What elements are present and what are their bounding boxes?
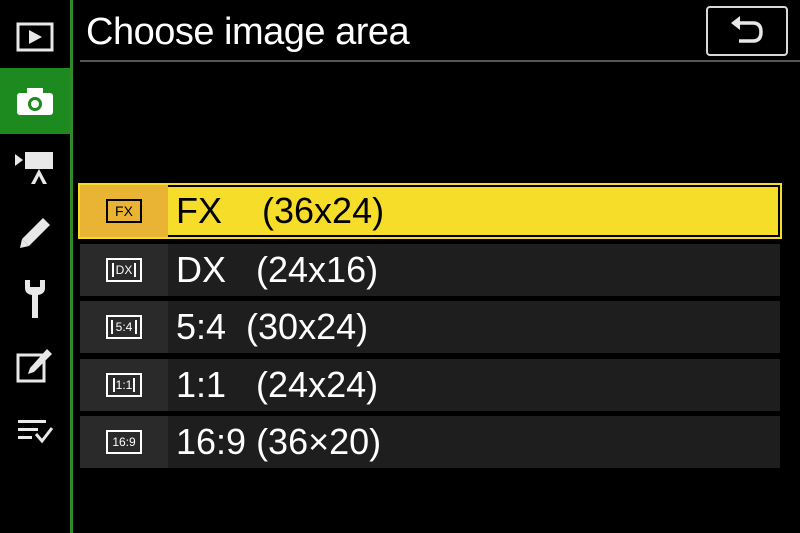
option-badge: 5:4: [80, 301, 168, 353]
retouch-menu-tab[interactable]: [0, 332, 70, 398]
retouch-icon: [16, 349, 52, 383]
setup-menu-tab[interactable]: [0, 266, 70, 332]
option-label: 16:9 (36×20): [176, 421, 382, 462]
option-dx[interactable]: DX DX (24x16): [80, 244, 780, 296]
image-area-16-9-icon: 16:9: [106, 430, 142, 454]
custom-settings-menu-tab[interactable]: [0, 200, 70, 266]
option-1-1[interactable]: 1:1 1:1 (24x24): [80, 359, 780, 411]
option-label: 1:1 (24x24): [176, 364, 379, 405]
movie-shooting-menu-tab[interactable]: [0, 134, 70, 200]
option-badge: 16:9: [80, 416, 168, 468]
header-divider: [80, 60, 800, 62]
option-badge: DX: [80, 244, 168, 296]
my-menu-tab[interactable]: [0, 398, 70, 464]
badge-text: 16:9: [112, 435, 136, 449]
photo-shooting-menu-tab[interactable]: [0, 68, 70, 134]
option-fx[interactable]: FX FX (36x24): [78, 183, 782, 239]
back-button[interactable]: [706, 6, 788, 56]
pencil-icon: [20, 218, 50, 248]
option-label: FX (36x24): [176, 190, 385, 231]
camera-icon: [17, 88, 53, 115]
option-badge: FX: [80, 185, 168, 237]
my-menu-icon: [18, 420, 54, 444]
sidebar-divider: [70, 0, 73, 533]
option-16-9[interactable]: 16:9 16:9 (36×20): [80, 416, 780, 468]
option-5-4[interactable]: 5:4 5:4 (30x24): [80, 301, 780, 353]
page-title: Choose image area: [86, 11, 410, 53]
movie-camera-icon: [15, 152, 53, 184]
playback-icon: [16, 22, 54, 52]
image-area-1-1-icon: 1:1: [106, 373, 142, 397]
image-area-5-4-icon: 5:4: [106, 315, 142, 339]
badge-text: FX: [115, 203, 133, 219]
option-label: 5:4 (30x24): [176, 306, 369, 347]
image-area-dx-icon: DX: [106, 258, 142, 282]
return-arrow-icon: [731, 16, 763, 43]
playback-menu-tab[interactable]: [0, 4, 70, 70]
option-label: DX (24x16): [176, 249, 379, 290]
image-area-fx-icon: FX: [106, 199, 142, 223]
menu-sidebar: [0, 0, 70, 533]
wrench-icon: [25, 280, 45, 318]
option-badge: 1:1: [80, 359, 168, 411]
